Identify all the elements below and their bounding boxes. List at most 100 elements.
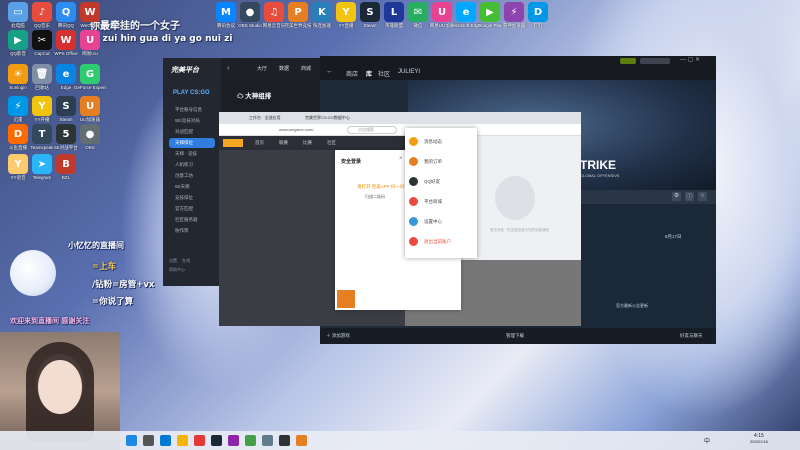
site-nav-home[interactable]: 首页 xyxy=(255,140,264,146)
app-icon: ▶ xyxy=(480,2,500,22)
browser-window: 工作台 · 全部应用 完美世界CS:GO数据中心 www.wegame.com/… xyxy=(219,112,581,326)
csgo-footer-online[interactable]: 在线 xyxy=(182,258,190,263)
dropdown-item[interactable]: 平台商城 xyxy=(409,194,473,209)
desktop-icon[interactable]: GGeForce Experience xyxy=(74,64,106,90)
app-icon: U xyxy=(432,2,452,22)
site-nav-match[interactable]: 比赛 xyxy=(303,140,312,146)
app-icon: ● xyxy=(240,2,260,22)
csgo-menu-item[interactable]: 5E/竞技对局 xyxy=(169,116,215,126)
csgo-menu-item[interactable]: 官方匹配 xyxy=(169,204,215,214)
dropdown-item[interactable]: 我的订单 xyxy=(409,154,473,169)
login-dialog-text: 请打开 完美APP 扫一扫 xyxy=(357,184,405,189)
steam-user-chip[interactable] xyxy=(640,58,670,64)
browser-tab-1[interactable]: 工作台 · 全部应用 xyxy=(249,115,281,121)
steam-add-game[interactable]: ＋ 添加游戏 xyxy=(326,333,350,339)
site-nav-league[interactable]: 联赛 xyxy=(279,140,288,146)
csgo-footer-settings[interactable]: 设置 xyxy=(169,258,177,263)
dropdown-item[interactable]: 消息动态 xyxy=(409,134,473,149)
login-close-icon[interactable]: × xyxy=(399,156,403,162)
steam-friends[interactable]: 好友与聊天 xyxy=(680,333,703,339)
overlay-line-3: =你说了算 xyxy=(92,297,134,307)
desktop-icon[interactable]: B BZL xyxy=(50,154,82,180)
desktop-icon[interactable]: U UU加速器 xyxy=(74,96,106,122)
csgo-menu-item[interactable]: 天梯排位 xyxy=(169,138,215,148)
desktop-icon[interactable]: U 网易UU xyxy=(74,30,106,56)
menu-item-label: QQ好友 xyxy=(424,178,441,184)
browser-search-field[interactable]: 点击搜索 xyxy=(347,126,397,134)
app-icon: S xyxy=(360,2,380,22)
app-icon: e xyxy=(56,64,76,84)
desktop-icon-label: BZL xyxy=(61,175,71,180)
csgo-menu-item[interactable]: 天梯 · 竞技 xyxy=(169,149,215,159)
app-icon: ● xyxy=(80,124,100,144)
steam-nav-library[interactable]: 库 xyxy=(366,69,372,78)
dropdown-item[interactable]: 设置中心 xyxy=(409,214,473,229)
start-icon[interactable] xyxy=(126,435,137,446)
desktop-icon[interactable]: ● OBS xyxy=(74,124,106,150)
steam-notify-icon[interactable] xyxy=(620,58,636,64)
steam-info-icon[interactable]: ⓘ xyxy=(685,192,694,201)
csgo-menu-item[interactable]: 对战匹配 xyxy=(169,127,215,137)
dropdown-item[interactable]: 退出当前账户 xyxy=(409,234,473,249)
nav-lobby[interactable]: 大厅 xyxy=(257,65,267,72)
steam-titlebar: — ▢ ✕ xyxy=(320,56,716,66)
site-nav-community[interactable]: 社区 xyxy=(327,140,336,146)
login-corner-logo xyxy=(337,290,355,308)
desktop-icon[interactable]: D 钉钉 xyxy=(522,2,554,28)
csgo-menu-item[interactable]: 防作弊 xyxy=(169,226,215,236)
steam-window-controls[interactable]: — ▢ ✕ xyxy=(680,56,700,63)
taskbar-app-icon[interactable] xyxy=(228,435,239,446)
steam-nav-store[interactable]: 商店 xyxy=(346,69,358,78)
nav-data[interactable]: 数据 xyxy=(279,65,289,72)
steam-fav-icon[interactable]: ☆ xyxy=(698,192,707,201)
app-icon: P xyxy=(288,2,308,22)
app-icon: ♫ xyxy=(264,2,284,22)
taskbar-app-icon[interactable] xyxy=(279,435,290,446)
streamer-face-front xyxy=(38,360,82,414)
app-icon: D xyxy=(8,124,28,144)
csgo-menu-item[interactable]: 社区服务器 xyxy=(169,215,215,225)
app-icon: ➤ xyxy=(32,154,52,174)
steam-back[interactable]: ← xyxy=(326,68,333,75)
taskbar-app-icon[interactable] xyxy=(245,435,256,446)
nav-store[interactable]: 商城 xyxy=(301,65,311,72)
tray-clock[interactable]: 4:15 2023/1/16 xyxy=(750,433,768,444)
app-icon: ♪ xyxy=(32,2,52,22)
back-icon[interactable]: ‹ xyxy=(227,63,230,72)
menu-item-label: 平台商城 xyxy=(424,198,442,204)
steam-downloads[interactable]: 管理下载 xyxy=(506,333,524,339)
csgo-menu-item[interactable]: 人机练习 xyxy=(169,160,215,170)
login-dialog-title: 安全登录 xyxy=(341,159,362,165)
mascot-avatar xyxy=(10,250,56,296)
taskbar: 中 4:15 2023/1/16 xyxy=(0,431,800,450)
tray-lang[interactable]: 中 xyxy=(704,436,710,445)
taskbar-app-icon[interactable] xyxy=(194,435,205,446)
taskbar-app-icon[interactable] xyxy=(296,435,307,446)
csgo-menu-item[interactable]: 创意工坊 xyxy=(169,171,215,181)
app-icon: B xyxy=(56,154,76,174)
steam-settings-icon[interactable]: ⚙ xyxy=(672,192,681,201)
taskbar-app-icon[interactable] xyxy=(211,435,222,446)
taskbar-app-icon[interactable] xyxy=(160,435,171,446)
csgo-menu-item[interactable]: 5E天梯 xyxy=(169,182,215,192)
taskbar-app-icon[interactable] xyxy=(177,435,188,446)
steam-nav-user[interactable]: JULIEYI xyxy=(398,69,420,75)
csgo-footer-help[interactable]: 帮助中心 xyxy=(169,267,219,273)
desktop-icon[interactable]: W WeGame xyxy=(74,2,106,28)
steam-nav-community[interactable]: 社区 xyxy=(378,69,390,78)
menu-item-label: 退出当前账户 xyxy=(424,238,451,244)
browser-tab-2[interactable]: 完美世界CS:GO数据中心 xyxy=(305,115,350,121)
app-icon: 5 xyxy=(56,124,76,144)
menu-item-icon xyxy=(409,197,418,206)
csgo-menu-item[interactable]: 竞技排位 xyxy=(169,193,215,203)
app-icon: W xyxy=(80,2,100,22)
taskbar-app-icon[interactable] xyxy=(143,435,154,446)
dropdown-item[interactable]: QQ好友 xyxy=(409,174,473,189)
taskbar-app-icon[interactable] xyxy=(262,435,273,446)
app-icon: Y xyxy=(8,154,28,174)
csgo-menu-item[interactable]: 平台账号信息 xyxy=(169,105,215,115)
app-icon: e xyxy=(456,2,476,22)
empty-state-illustration xyxy=(495,176,535,220)
desktop-icon-label: GeForce Experience xyxy=(74,85,106,90)
browser-url[interactable]: www.wegame.com/ xyxy=(279,127,313,132)
